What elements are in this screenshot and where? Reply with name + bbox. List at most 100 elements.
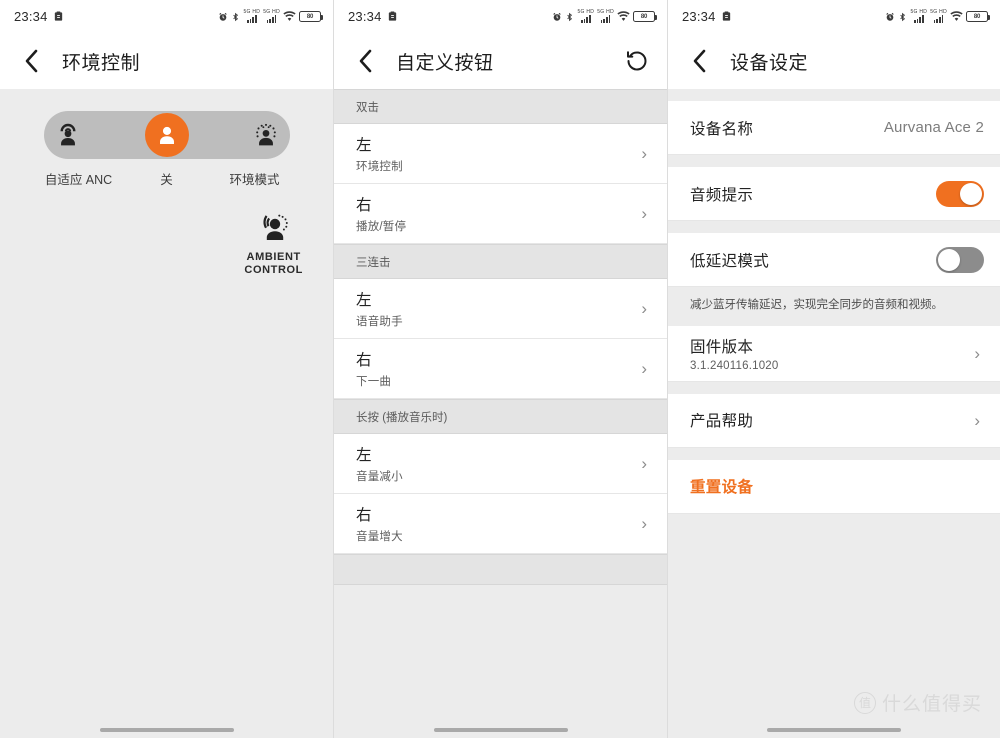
- home-indicator[interactable]: [99, 728, 234, 732]
- spacer: [668, 221, 1000, 233]
- anc-option-off[interactable]: [144, 113, 189, 157]
- list-item[interactable]: 右 音量增大 ›: [334, 494, 667, 554]
- status-time: 23:34: [682, 9, 716, 24]
- home-indicator[interactable]: [433, 728, 568, 732]
- ambient-mode-icon: [255, 123, 276, 146]
- list-item[interactable]: 右 下一曲 ›: [334, 339, 667, 399]
- row-label: 产品帮助: [690, 413, 754, 431]
- alarm-clock-icon: [388, 11, 396, 21]
- wifi-icon: [283, 11, 296, 21]
- nav-bar-panel2: 自定义按钮: [334, 33, 667, 89]
- setting-product-help[interactable]: 产品帮助 ›: [668, 393, 1000, 448]
- reset-buttons-button[interactable]: [621, 45, 653, 77]
- badge-line-2: CONTROL: [244, 264, 303, 276]
- audio-prompt-toggle[interactable]: [936, 180, 984, 207]
- battery-icon: 80: [299, 11, 323, 22]
- spacer: [668, 447, 1000, 460]
- row-subtitle: 环境控制: [356, 161, 403, 173]
- bluetooth-icon: [233, 12, 239, 21]
- signal-5g-hd-icon: 5G HD: [243, 9, 260, 24]
- row-label: 低延迟模式: [690, 252, 770, 270]
- section-header-triple-tap: 三连击: [334, 244, 667, 279]
- list-item[interactable]: 左 语音助手 ›: [334, 279, 667, 339]
- signal-5g-hd-icon: 5G HD: [577, 9, 594, 24]
- setting-low-latency[interactable]: 低延迟模式: [668, 233, 1000, 287]
- anc-label-adaptive: 自适应 ANC: [44, 173, 113, 187]
- wifi-icon: [617, 11, 630, 21]
- watermark-text: 什么值得买: [881, 694, 982, 715]
- chevron-right-icon: ›: [641, 514, 647, 533]
- list-item[interactable]: 左 环境控制 ›: [334, 124, 667, 184]
- chevron-right-icon: ›: [641, 204, 647, 223]
- page-title: 自定义按钮: [396, 52, 494, 74]
- status-bar: 23:34 5G HD 5G HD 80: [0, 0, 333, 33]
- firmware-value: 3.1.240116.1020: [690, 359, 779, 372]
- row-subtitle: 播放/暂停: [356, 221, 407, 233]
- battery-icon: 80: [633, 11, 657, 22]
- back-button[interactable]: [348, 44, 382, 78]
- list-item[interactable]: 左 音量减小 ›: [334, 434, 667, 494]
- panel1-body: 自适应 ANC 关 环境模式 AMBIENT CONTROL: [0, 89, 333, 738]
- signal-5g-hd-icon-2: 5G HD: [597, 9, 614, 24]
- row-subtitle: 语音助手: [356, 316, 403, 328]
- alarm-clock-icon: [722, 11, 730, 21]
- watermark: 值 什么值得买: [853, 689, 982, 716]
- alarm-clock-icon: [553, 12, 562, 21]
- row-title: 左: [356, 137, 372, 154]
- chevron-right-icon: ›: [641, 359, 647, 378]
- chevron-right-icon: ›: [641, 144, 647, 163]
- status-bar-right: 5G HD 5G HD 80: [552, 9, 657, 24]
- signal-5g-hd-icon-2: 5G HD: [263, 9, 280, 24]
- status-bar: 23:34 5G HD 5G HD 80: [334, 0, 667, 33]
- restore-rotate-icon: [627, 51, 647, 71]
- row-subtitle: 音量增大: [356, 531, 403, 543]
- status-bar-left: 23:34: [348, 9, 398, 24]
- status-bar-right: 5G HD 5G HD 80: [885, 9, 990, 24]
- back-button[interactable]: [14, 44, 48, 78]
- reset-device-button[interactable]: 重置设备: [668, 459, 1000, 514]
- home-indicator[interactable]: [767, 728, 901, 732]
- custom-buttons-list[interactable]: 双击 左 环境控制 › 右 播放/暂停 › 三连击 左 语音助手 › 右 下一曲…: [334, 89, 667, 738]
- wifi-icon: [950, 11, 963, 21]
- page-title: 环境控制: [62, 52, 141, 74]
- setting-firmware-version[interactable]: 固件版本 3.1.240116.1020 ›: [668, 325, 1000, 382]
- setting-device-name[interactable]: 设备名称 Aurvana Ace 2: [668, 101, 1000, 155]
- battery-icon: 80: [966, 11, 990, 22]
- row-title: 右: [356, 507, 372, 524]
- spacer: [668, 155, 1000, 167]
- page-title: 设备设定: [730, 52, 809, 74]
- row-title: 左: [356, 447, 372, 464]
- section-header-double-tap: 双击: [334, 89, 667, 124]
- anc-off-icon: [159, 126, 174, 144]
- anc-label-off: 关: [160, 173, 173, 187]
- anc-option-ambient[interactable]: [246, 115, 286, 155]
- row-subtitle: 下一曲: [356, 376, 392, 388]
- row-label: 音频提示: [690, 186, 754, 204]
- signal-5g-hd-icon-2: 5G HD: [930, 9, 947, 24]
- section-header-long-press: 长按 (播放音乐时): [334, 399, 667, 434]
- row-title: 右: [356, 197, 372, 214]
- status-bar-left: 23:34: [14, 9, 64, 24]
- device-name-value: Aurvana Ace 2: [883, 119, 984, 136]
- ambient-control-icon: [263, 214, 288, 240]
- chevron-left-icon: [693, 49, 705, 73]
- anc-segmented-control[interactable]: [43, 111, 290, 159]
- setting-audio-prompt[interactable]: 音频提示: [668, 167, 1000, 221]
- status-bar-left: 23:34: [682, 9, 732, 24]
- panel-custom-buttons: 23:34 5G HD 5G HD 80 自定义按钮 双击 左 环境控制 › 右…: [334, 0, 668, 738]
- device-settings-list[interactable]: 设备名称 Aurvana Ace 2 音频提示 低延迟模式 减少蓝牙传输延迟，实…: [668, 89, 1000, 738]
- chevron-left-icon: [359, 49, 371, 73]
- list-item[interactable]: 右 播放/暂停 ›: [334, 184, 667, 244]
- alarm-clock-icon: [54, 11, 62, 21]
- back-button[interactable]: [682, 44, 716, 78]
- chevron-right-icon: ›: [641, 299, 647, 318]
- row-label: 设备名称: [690, 120, 754, 138]
- nav-bar-panel3: 设备设定: [668, 33, 1000, 89]
- anc-option-adaptive[interactable]: [48, 115, 88, 155]
- list-bottom-spacer: [334, 554, 667, 585]
- low-latency-toggle[interactable]: [936, 246, 984, 273]
- row-subtitle: 音量减小: [356, 471, 403, 483]
- bluetooth-icon: [900, 12, 906, 21]
- spacer: [668, 381, 1000, 394]
- chevron-right-icon: ›: [974, 410, 980, 430]
